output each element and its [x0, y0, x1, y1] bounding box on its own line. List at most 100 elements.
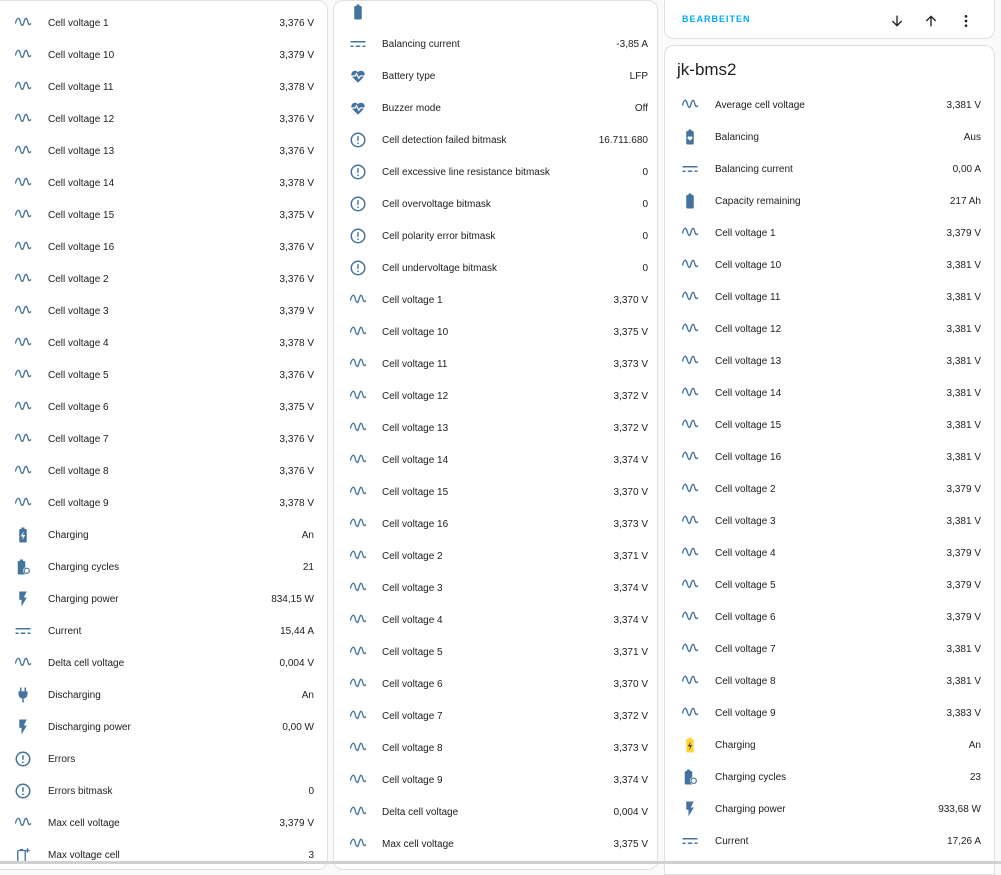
entity-row[interactable]: Cell voltage 13 3,372 V — [334, 412, 657, 444]
entity-row[interactable]: Cell voltage 7 3,372 V — [334, 700, 657, 732]
entity-row[interactable]: Cell voltage 3 3,379 V — [0, 295, 327, 327]
entity-row[interactable]: Balancing current -3,85 A — [334, 28, 657, 60]
entity-row[interactable]: Cell voltage 1 3,379 V — [665, 217, 994, 249]
entity-row[interactable]: Battery type LFP — [334, 60, 657, 92]
entity-row[interactable] — [334, 1, 657, 28]
sine-wave-icon — [346, 480, 370, 504]
entity-row[interactable]: Max cell voltage 3,375 V — [334, 828, 657, 860]
entity-row[interactable]: Cell voltage 7 3,376 V — [0, 423, 327, 455]
entity-row[interactable]: Cell detection failed bitmask 16.711.680 — [334, 124, 657, 156]
entity-row[interactable]: Cell voltage 13 3,381 V — [665, 345, 994, 377]
entity-row[interactable]: Cell voltage 11 3,378 V — [0, 71, 327, 103]
entity-row[interactable]: Cell voltage 5 3,371 V — [334, 636, 657, 668]
entity-row[interactable]: Cell voltage 16 3,376 V — [0, 231, 327, 263]
entity-state: 3,381 V — [946, 259, 981, 271]
entity-row[interactable]: Capacity remaining 217 Ah — [665, 185, 994, 217]
entity-row[interactable]: Cell voltage 4 3,378 V — [0, 327, 327, 359]
entity-row[interactable]: Charging power 834,15 W — [0, 583, 327, 615]
entity-row[interactable]: Cell voltage 10 3,375 V — [334, 316, 657, 348]
entity-row[interactable]: Cell voltage 11 3,373 V — [334, 348, 657, 380]
entity-row[interactable]: Cell voltage 12 3,381 V — [665, 313, 994, 345]
entity-row[interactable]: Cell voltage 9 3,378 V — [0, 487, 327, 519]
entity-row[interactable]: Average cell voltage 3,381 V — [665, 89, 994, 121]
entity-state: 3,376 V — [279, 273, 314, 285]
entity-row[interactable]: Max voltage cell 3 — [0, 839, 327, 869]
entity-row[interactable]: Delta cell voltage 0,004 V — [0, 647, 327, 679]
entity-row[interactable]: Cell voltage 5 3,379 V — [665, 569, 994, 601]
entity-row[interactable]: Cell voltage 2 3,371 V — [334, 540, 657, 572]
entity-row[interactable]: Discharging An — [0, 679, 327, 711]
entity-row[interactable]: Cell voltage 13 3,376 V — [0, 135, 327, 167]
entity-row[interactable]: Cell voltage 14 3,374 V — [334, 444, 657, 476]
entity-row[interactable]: Current 17,26 A — [665, 825, 994, 857]
entity-row[interactable]: Buzzer mode Off — [334, 92, 657, 124]
entity-row[interactable]: Max cell voltage 3,379 V — [0, 807, 327, 839]
entity-row[interactable]: Cell voltage 3 3,374 V — [334, 572, 657, 604]
entity-state: 3,379 V — [279, 305, 314, 317]
entity-row[interactable]: Charging An — [665, 729, 994, 761]
entity-row[interactable]: Balancing current 0,00 A — [665, 153, 994, 185]
entity-row[interactable]: Cell voltage 1 3,376 V — [0, 7, 327, 39]
entity-name: Current — [715, 835, 749, 847]
entity-row[interactable]: Cell voltage 10 3,379 V — [0, 39, 327, 71]
arrow-down-icon[interactable] — [885, 9, 909, 33]
entity-row[interactable]: Cell voltage 1 3,370 V — [334, 284, 657, 316]
entity-state: 0,00 A — [952, 163, 981, 175]
entity-row[interactable]: Discharging power 0,00 W — [0, 711, 327, 743]
current-dc-icon — [346, 32, 370, 56]
entity-row[interactable]: Cell voltage 16 3,373 V — [334, 508, 657, 540]
entity-state: 3,374 V — [613, 454, 648, 466]
entity-row[interactable]: Cell voltage 14 3,378 V — [0, 167, 327, 199]
entity-row[interactable]: Balancing Aus — [665, 121, 994, 153]
entity-row[interactable]: Cell voltage 10 3,381 V — [665, 249, 994, 281]
entity-row[interactable]: Cell voltage 6 3,370 V — [334, 668, 657, 700]
sine-wave-icon — [11, 459, 35, 483]
entity-row[interactable]: Cell voltage 12 3,372 V — [334, 380, 657, 412]
alert-circle-icon — [346, 128, 370, 152]
entity-row[interactable]: Errors bitmask 0 — [0, 775, 327, 807]
entity-row[interactable]: Cell voltage 8 3,376 V — [0, 455, 327, 487]
entity-row[interactable]: Cell voltage 16 3,381 V — [665, 441, 994, 473]
entity-row[interactable]: Charging An — [0, 519, 327, 551]
entity-row[interactable]: Cell excessive line resistance bitmask 0 — [334, 156, 657, 188]
entity-row[interactable]: Cell voltage 6 3,379 V — [665, 601, 994, 633]
entity-row[interactable]: Cell voltage 4 3,379 V — [665, 537, 994, 569]
entity-row[interactable]: Cell voltage 9 3,383 V — [665, 697, 994, 729]
entity-row[interactable]: Cell voltage 2 3,379 V — [665, 473, 994, 505]
entity-row[interactable]: Cell voltage 8 3,373 V — [334, 732, 657, 764]
entity-row[interactable]: Current 15,44 A — [0, 615, 327, 647]
entity-row[interactable]: Cell voltage 2 3,376 V — [0, 263, 327, 295]
entity-row[interactable]: Cell voltage 15 3,370 V — [334, 476, 657, 508]
entity-row[interactable]: Cell voltage 11 3,381 V — [665, 281, 994, 313]
entity-name: Charging — [715, 739, 756, 751]
entity-row[interactable]: Cell voltage 8 3,381 V — [665, 665, 994, 697]
entity-name: Max cell voltage — [48, 817, 120, 829]
entity-row[interactable]: Cell voltage 3 3,381 V — [665, 505, 994, 537]
entity-row[interactable]: Cell voltage 15 3,375 V — [0, 199, 327, 231]
entity-row[interactable]: Cell voltage 5 3,376 V — [0, 359, 327, 391]
more-vertical-icon[interactable] — [954, 9, 978, 33]
sine-wave-icon — [11, 299, 35, 323]
sine-wave-icon — [678, 701, 702, 725]
edit-button[interactable]: BEARBEITEN — [682, 14, 751, 24]
entity-row[interactable]: Cell voltage 6 3,375 V — [0, 391, 327, 423]
entity-row[interactable]: Charging cycles 21 — [0, 551, 327, 583]
entity-name: Cell voltage 7 — [715, 643, 776, 655]
entity-row[interactable]: Cell polarity error bitmask 0 — [334, 220, 657, 252]
entity-row[interactable]: Cell voltage 12 3,376 V — [0, 103, 327, 135]
entity-row[interactable]: Delta cell voltage 0,004 V — [334, 796, 657, 828]
entity-row[interactable]: Cell voltage 15 3,381 V — [665, 409, 994, 441]
sine-wave-icon — [11, 363, 35, 387]
entity-row[interactable]: Charging cycles 23 — [665, 761, 994, 793]
arrow-up-icon[interactable] — [919, 9, 943, 33]
entity-row[interactable]: Errors — [0, 743, 327, 775]
entities-card-left: Cell voltage 1 3,376 V Cell voltage 10 3,37… — [0, 0, 328, 870]
entity-row[interactable]: Cell undervoltage bitmask 0 — [334, 252, 657, 284]
entity-row[interactable]: Cell voltage 4 3,374 V — [334, 604, 657, 636]
entity-row[interactable]: Cell overvoltage bitmask 0 — [334, 188, 657, 220]
entity-state: 3,381 V — [946, 99, 981, 111]
entity-row[interactable]: Cell voltage 7 3,381 V — [665, 633, 994, 665]
entity-row[interactable]: Charging power 933,68 W — [665, 793, 994, 825]
entity-row[interactable]: Cell voltage 14 3,381 V — [665, 377, 994, 409]
entity-row[interactable]: Cell voltage 9 3,374 V — [334, 764, 657, 796]
